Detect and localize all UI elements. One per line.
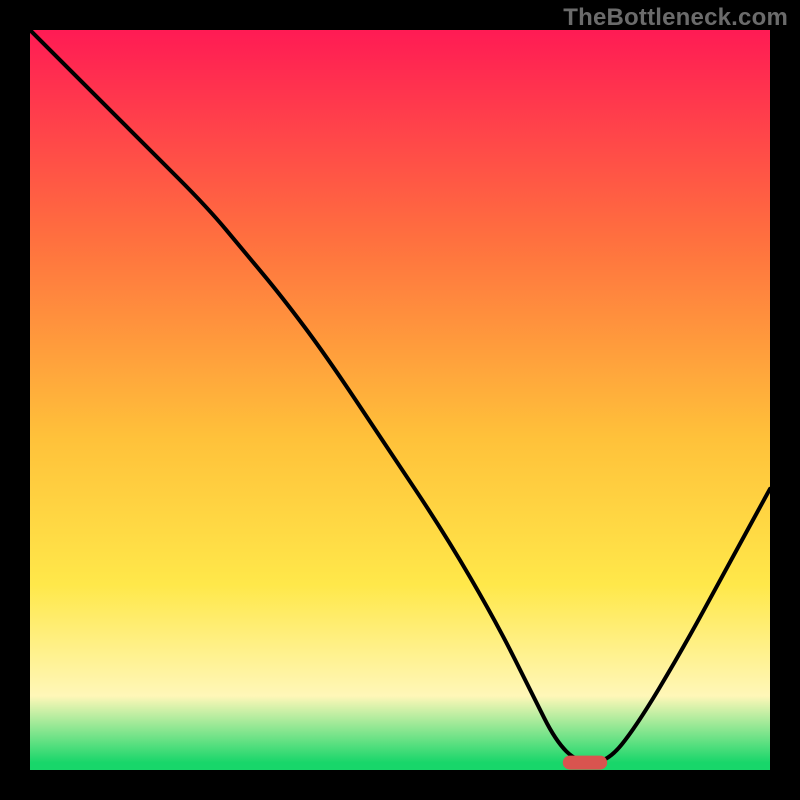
- watermark-text: TheBottleneck.com: [563, 4, 788, 32]
- bottleneck-chart: [30, 30, 770, 770]
- optimal-range-marker: [563, 756, 607, 770]
- chart-frame: TheBottleneck.com: [0, 0, 800, 800]
- plot-area: [30, 30, 770, 770]
